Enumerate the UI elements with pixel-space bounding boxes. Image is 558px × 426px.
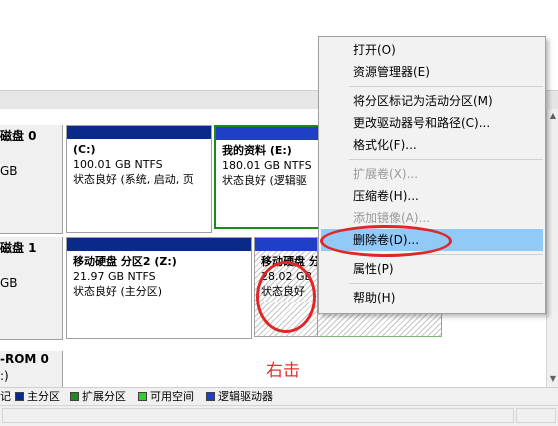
legend-logical-label: 逻辑驱动器 <box>218 390 273 403</box>
disk-1-label[interactable]: 磁盘 1 GB <box>0 237 63 340</box>
partition-z-detail: 21.97 GB NTFS <box>73 270 156 283</box>
legend-item-free: 可用空间 <box>138 388 194 406</box>
partition-e[interactable]: 我的资料 (E:) 180.01 GB NTFS 状态良好 (逻辑驱 <box>214 125 324 229</box>
legend-item-extended: 扩展分区 <box>70 388 126 406</box>
legend-unallocated-label: 记 <box>0 390 11 403</box>
disk-0-size: GB <box>0 164 18 178</box>
menu-separator <box>349 283 543 284</box>
legend-bar: 记 主分区 扩展分区 可用空间 逻辑驱动器 <box>0 387 558 406</box>
disk-1-size: GB <box>0 276 18 290</box>
disk-0-label[interactable]: 磁盘 0 GB <box>0 125 63 234</box>
cdrom-label[interactable]: -ROM 0 :) <box>0 351 63 387</box>
annotation-circle-delete-volume <box>320 225 452 257</box>
partition-z-bar <box>67 238 251 251</box>
context-menu: 打开(O) 资源管理器(E) 将分区标记为活动分区(M) 更改驱动器号和路径(C… <box>318 36 546 314</box>
partition-z-status: 状态良好 (主分区) <box>73 285 163 298</box>
cdrom-detail: :) <box>0 369 9 383</box>
legend-primary-swatch <box>15 391 24 401</box>
status-bar-cell-main <box>2 408 514 423</box>
annotation-right-click-label: 右击 <box>266 361 300 381</box>
partition-c-status: 状态良好 (系统, 启动, 页 <box>73 173 194 186</box>
scroll-down-arrow-icon[interactable]: ▼ <box>548 374 558 384</box>
partition-c-name: (C:) <box>73 143 96 156</box>
partition-c[interactable]: (C:) 100.01 GB NTFS 状态良好 (系统, 启动, 页 <box>66 125 212 233</box>
vertical-scrollbar[interactable]: ▲ ▼ <box>546 109 558 387</box>
menu-item-add-mirror: 添加镜像(A)... <box>353 211 431 225</box>
partition-z[interactable]: 移动硬盘 分区2 (Z:) 21.97 GB NTFS 状态良好 (主分区) <box>66 237 252 339</box>
menu-item-explorer[interactable]: 资源管理器(E) <box>321 61 543 83</box>
annotation-circle-partition <box>256 261 316 333</box>
legend-extended-label: 扩展分区 <box>82 390 126 403</box>
menu-item-help[interactable]: 帮助(H) <box>321 287 543 309</box>
menu-item-shrink-volume[interactable]: 压缩卷(H)... <box>321 185 543 207</box>
menu-separator <box>349 86 543 87</box>
scroll-up-arrow-icon[interactable]: ▲ <box>548 111 558 121</box>
legend-primary-label: 主分区 <box>27 390 60 403</box>
legend-logical-swatch <box>206 391 215 401</box>
partition-c-bar <box>67 126 211 139</box>
disk-0-name: 磁盘 0 <box>0 129 37 143</box>
partition-e-detail: 180.01 GB NTFS <box>222 159 312 172</box>
disk-1-name: 磁盘 1 <box>0 241 37 255</box>
menu-item-format[interactable]: 格式化(F)... <box>321 134 543 156</box>
menu-item-open[interactable]: 打开(O) <box>321 39 543 61</box>
partition-c-detail: 100.01 GB NTFS <box>73 158 163 171</box>
menu-item-mark-active[interactable]: 将分区标记为活动分区(M) <box>321 90 543 112</box>
legend-item-logical: 逻辑驱动器 <box>206 388 273 406</box>
status-bar <box>0 405 558 426</box>
partition-removable-2-bar <box>255 238 317 251</box>
status-bar-cell-side <box>516 408 556 423</box>
partition-e-name: 我的资料 (E:) <box>222 144 292 157</box>
legend-item-primary: 主分区 <box>15 388 60 406</box>
menu-item-properties[interactable]: 属性(P) <box>321 258 543 280</box>
menu-separator <box>349 159 543 160</box>
menu-item-extend-volume: 扩展卷(X)... <box>353 167 419 181</box>
partition-e-bar <box>216 127 322 140</box>
legend-extended-swatch <box>70 391 79 401</box>
cdrom-name: -ROM 0 <box>0 352 49 366</box>
legend-free-label: 可用空间 <box>150 390 194 403</box>
partition-e-status: 状态良好 (逻辑驱 <box>222 174 307 187</box>
partition-z-name: 移动硬盘 分区2 (Z:) <box>73 255 177 268</box>
menu-item-change-drive-letter[interactable]: 更改驱动器号和路径(C)... <box>321 112 543 134</box>
legend-item-unallocated: 记 <box>0 388 11 406</box>
legend-free-swatch <box>138 391 147 401</box>
